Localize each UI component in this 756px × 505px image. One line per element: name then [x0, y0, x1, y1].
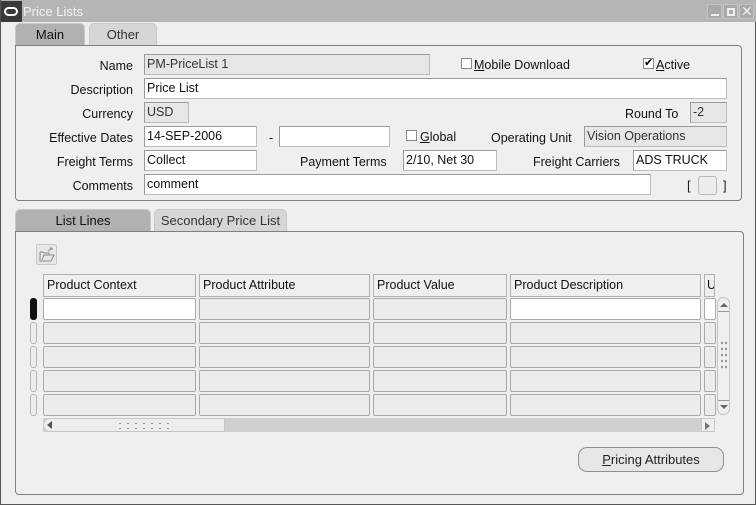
mobile-download-label-rest: obile Download	[484, 58, 570, 72]
table-cell[interactable]	[199, 298, 370, 320]
vertical-scrollbar[interactable]	[717, 297, 730, 415]
tab-other-label: Other	[106, 27, 140, 42]
open-folder-icon	[39, 247, 55, 262]
tab-main-label: Main	[35, 27, 65, 42]
row-indicator[interactable]	[30, 298, 37, 320]
column-header-product-context[interactable]: Product Context	[43, 274, 196, 297]
row-indicator[interactable]	[30, 370, 37, 392]
scroll-left-icon[interactable]	[47, 421, 52, 429]
table-cell[interactable]	[373, 322, 507, 344]
column-header-product-attribute[interactable]: Product Attribute	[199, 274, 370, 297]
comments-label: Comments	[72, 179, 133, 193]
name-field[interactable]: PM-PriceList 1	[144, 54, 430, 75]
oracle-logo-icon	[1, 1, 22, 22]
title-bar: Price Lists ✕	[1, 0, 756, 22]
scroll-grip	[720, 340, 728, 370]
table-cell[interactable]	[43, 346, 196, 368]
table-cell[interactable]	[704, 298, 716, 320]
freight-carriers-field[interactable]: ADS TRUCK	[633, 150, 727, 171]
payment-terms-label: Payment Terms	[300, 155, 387, 169]
table-cell[interactable]	[510, 394, 701, 416]
scroll-up-icon[interactable]	[720, 303, 728, 307]
table-cell[interactable]	[43, 394, 196, 416]
horizontal-scrollbar[interactable]	[43, 418, 715, 432]
dff-close-bracket: ]	[723, 178, 727, 193]
dff-open-bracket: [	[687, 178, 691, 193]
effective-dates-label: Effective Dates	[49, 131, 133, 145]
row-indicator[interactable]	[30, 322, 37, 344]
column-header-uom[interactable]: U	[704, 274, 715, 297]
pricing-attributes-mnemonic: P	[602, 452, 611, 467]
effective-date-from-field[interactable]: 14-SEP-2006	[144, 126, 257, 147]
scroll-grip	[116, 421, 172, 431]
pricing-attributes-label: ricing Attributes	[610, 452, 700, 467]
descriptive-flexfield[interactable]	[698, 176, 717, 195]
table-cell[interactable]	[373, 298, 507, 320]
table-cell[interactable]	[704, 370, 716, 392]
table-cell[interactable]	[373, 346, 507, 368]
scroll-divider	[718, 400, 729, 401]
tab-list-lines-label: List Lines	[55, 213, 111, 228]
tab-list-lines[interactable]: List Lines	[15, 209, 151, 231]
horizontal-scroll-thumb[interactable]	[43, 418, 225, 432]
freight-terms-field[interactable]: Collect	[144, 150, 257, 171]
table-cell[interactable]	[43, 322, 196, 344]
table-cell[interactable]	[510, 370, 701, 392]
mobile-download-label: Mobile Download	[474, 58, 570, 72]
freight-terms-label: Freight Terms	[56, 155, 133, 169]
global-checkbox[interactable]	[406, 130, 417, 141]
comments-field[interactable]: comment	[144, 174, 651, 195]
tab-secondary-price-list-label: Secondary Price List	[160, 213, 281, 228]
mobile-download-checkbox[interactable]	[461, 58, 472, 69]
description-field[interactable]: Price List	[144, 78, 727, 99]
open-folder-button[interactable]	[36, 244, 57, 265]
table-cell[interactable]	[704, 394, 716, 416]
active-label: Active	[656, 58, 691, 72]
table-cell[interactable]	[199, 370, 370, 392]
operating-unit-label: Operating Unit	[491, 131, 572, 145]
scroll-right-button[interactable]	[701, 418, 715, 432]
currency-field[interactable]: USD	[144, 102, 189, 123]
scroll-down-icon[interactable]	[720, 405, 728, 409]
payment-terms-field[interactable]: 2/10, Net 30	[403, 150, 497, 171]
tab-main[interactable]: Main	[15, 23, 85, 45]
table-cell[interactable]	[199, 394, 370, 416]
table-cell[interactable]	[373, 394, 507, 416]
table-cell[interactable]	[510, 322, 701, 344]
date-separator: -	[269, 131, 274, 145]
column-header-product-description[interactable]: Product Description	[510, 274, 701, 297]
scroll-divider	[718, 311, 729, 312]
round-to-label: Round To	[625, 107, 679, 121]
currency-label: Currency	[82, 107, 133, 121]
window-title: Price Lists	[23, 4, 83, 19]
effective-date-to-field[interactable]	[279, 126, 390, 147]
table-cell[interactable]	[199, 346, 370, 368]
column-header-product-value[interactable]: Product Value	[373, 274, 507, 297]
table-cell[interactable]	[373, 370, 507, 392]
row-indicator[interactable]	[30, 346, 37, 368]
pricing-attributes-button[interactable]: Pricing Attributes	[578, 447, 724, 472]
table-cell[interactable]	[43, 298, 196, 320]
table-cell[interactable]	[510, 346, 701, 368]
close-icon[interactable]: ✕	[739, 3, 754, 19]
round-to-field[interactable]: -2	[690, 102, 727, 123]
scroll-right-icon	[705, 422, 710, 430]
name-label: Name	[99, 59, 133, 73]
freight-carriers-label: Freight Carriers	[533, 155, 620, 169]
table-cell[interactable]	[510, 298, 701, 320]
table-cell[interactable]	[199, 322, 370, 344]
tab-secondary-price-list[interactable]: Secondary Price List	[154, 209, 287, 231]
active-checkbox[interactable]	[643, 56, 654, 69]
maximize-icon[interactable]	[723, 4, 738, 19]
row-indicator[interactable]	[30, 394, 37, 416]
operating-unit-field[interactable]: Vision Operations	[584, 126, 727, 147]
tab-other[interactable]: Other	[89, 23, 157, 45]
minimize-icon[interactable]	[707, 4, 722, 19]
description-label: Description	[70, 83, 133, 97]
global-label: Global	[420, 130, 457, 144]
price-lists-window: Price Lists ✕ Main Other Name PM-PriceLi…	[0, 0, 756, 505]
table-cell[interactable]	[704, 322, 716, 344]
table-cell[interactable]	[43, 370, 196, 392]
table-cell[interactable]	[704, 346, 716, 368]
